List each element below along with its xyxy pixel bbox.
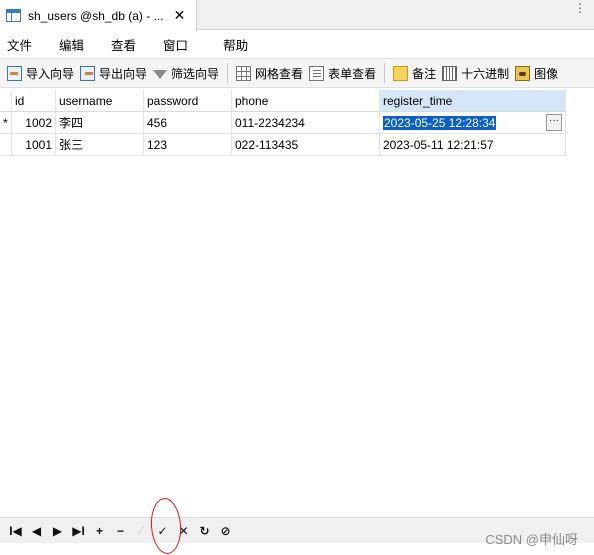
edit-record-button[interactable]: ∕: [131, 521, 152, 541]
cell-id[interactable]: 1001: [12, 134, 56, 156]
row-marker-header: [0, 90, 12, 112]
add-record-button[interactable]: +: [89, 521, 110, 541]
menu-file[interactable]: 文件: [7, 35, 32, 54]
menu-view[interactable]: 查看: [111, 35, 136, 54]
row-marker: [0, 134, 12, 156]
export-icon: [80, 65, 96, 81]
memo-label: 备注: [412, 66, 437, 81]
filter-wizard-label: 筛选向导: [171, 66, 220, 81]
memo-button[interactable]: 备注: [390, 61, 439, 85]
close-icon[interactable]: ✕: [174, 7, 186, 24]
cell-password[interactable]: 123: [144, 134, 232, 156]
import-icon: [7, 65, 22, 81]
cell-password[interactable]: 456: [144, 112, 232, 134]
import-wizard-label: 导入向导: [26, 66, 75, 81]
header-row: id username password phone register_time: [0, 90, 566, 112]
toolbar: 导入向导 导出向导 筛选向导 网格查看 表单查看 备注 十六进制 图像: [0, 58, 594, 88]
export-wizard-label: 导出向导: [99, 66, 148, 81]
cell-username[interactable]: 李四: [56, 112, 144, 134]
cell-username[interactable]: 张三: [56, 134, 144, 156]
first-record-button[interactable]: I◀: [5, 521, 26, 541]
ellipsis-button[interactable]: ···: [546, 114, 562, 131]
filter-wizard-button[interactable]: 筛选向导: [150, 61, 222, 85]
menu-bar: 文件 编辑 查看 窗口 帮助: [0, 31, 594, 57]
column-header-phone[interactable]: phone: [232, 90, 380, 112]
hex-button[interactable]: 十六进制: [439, 61, 512, 85]
grid-view-button[interactable]: 网格查看: [233, 61, 306, 85]
image-label: 图像: [534, 66, 559, 81]
menu-help[interactable]: 帮助: [223, 35, 248, 54]
toolbar-separator: [384, 63, 386, 83]
filter-icon: [153, 69, 168, 79]
form-view-label: 表单查看: [328, 66, 377, 81]
refresh-button[interactable]: ↻: [194, 521, 215, 541]
cell-phone[interactable]: 022-113435: [232, 134, 380, 156]
table-row[interactable]: * 1002 李四 456 011-2234234 2023-05-25 12:…: [0, 112, 566, 134]
cell-id[interactable]: 1002: [12, 112, 56, 134]
row-marker: *: [0, 112, 12, 134]
memo-icon: [393, 65, 409, 81]
image-button[interactable]: 图像: [512, 61, 561, 85]
toolbar-separator: [227, 63, 229, 83]
menu-edit[interactable]: 编辑: [59, 35, 84, 54]
grid-view-label: 网格查看: [255, 66, 304, 81]
next-record-button[interactable]: ▶: [47, 521, 68, 541]
hex-label: 十六进制: [461, 66, 510, 81]
cell-register-time-editing[interactable]: 2023-05-25 12:28:34 ···: [380, 112, 566, 134]
selected-text[interactable]: 2023-05-25 12:28:34: [383, 116, 497, 130]
prev-record-button[interactable]: ◀: [26, 521, 47, 541]
grid-icon: [236, 65, 252, 81]
cell-register-time[interactable]: 2023-05-11 12:21:57: [380, 134, 566, 156]
overflow-menu-icon[interactable]: ⋮: [574, 1, 586, 15]
column-header-register-time[interactable]: register_time: [380, 90, 566, 112]
tab-sh-users[interactable]: sh_users @sh_db (a) - ... ✕: [0, 0, 197, 31]
cell-phone[interactable]: 011-2234234: [232, 112, 380, 134]
table-row[interactable]: 1001 张三 123 022-113435 2023-05-11 12:21:…: [0, 134, 566, 156]
form-icon: [309, 65, 325, 81]
column-header-password[interactable]: password: [144, 90, 232, 112]
data-grid: id username password phone register_time…: [0, 89, 594, 517]
last-record-button[interactable]: ▶I: [68, 521, 89, 541]
column-header-username[interactable]: username: [56, 90, 144, 112]
form-view-button[interactable]: 表单查看: [306, 61, 379, 85]
tab-bar: sh_users @sh_db (a) - ... ✕ ⋮: [0, 0, 594, 31]
stop-button[interactable]: ⊘: [215, 521, 236, 541]
table-icon: [6, 9, 21, 22]
delete-record-button[interactable]: −: [110, 521, 131, 541]
menu-window[interactable]: 窗口: [163, 35, 188, 54]
import-wizard-button[interactable]: 导入向导: [4, 61, 77, 85]
image-icon: [515, 65, 531, 81]
export-wizard-button[interactable]: 导出向导: [77, 61, 150, 85]
tab-title: sh_users @sh_db (a) - ...: [28, 8, 164, 23]
watermark: CSDN @申仙呀: [485, 532, 578, 547]
hex-icon: [442, 65, 458, 81]
column-header-id[interactable]: id: [12, 90, 56, 112]
